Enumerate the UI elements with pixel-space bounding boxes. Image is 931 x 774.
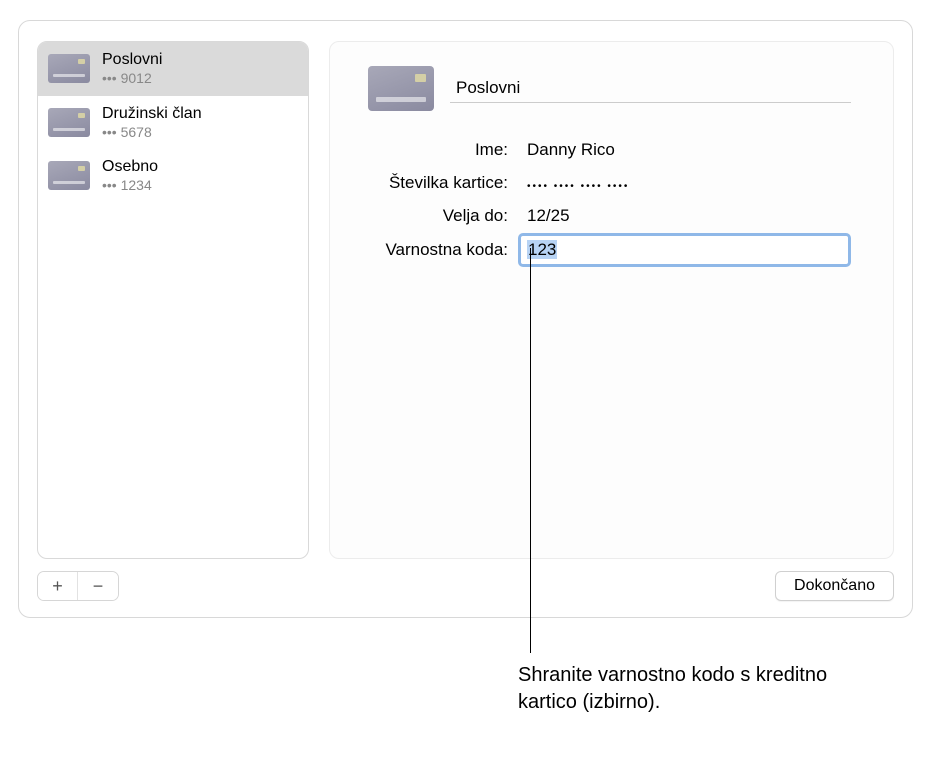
sidebar-item-osebno[interactable]: Osebno ••• 1234 — [38, 149, 308, 203]
expiry-label: Velja do: — [354, 200, 508, 232]
cardnumber-label: Številka kartice: — [354, 167, 508, 199]
add-button[interactable]: + — [38, 572, 78, 600]
callout-line — [530, 248, 531, 653]
sidebar-item-druzinski[interactable]: Družinski član ••• 5678 — [38, 96, 308, 150]
credit-card-icon — [48, 108, 90, 137]
security-label: Varnostna koda: — [354, 234, 508, 266]
credit-card-icon — [48, 161, 90, 190]
content-row: Poslovni ••• 9012 Družinski član ••• 567… — [37, 41, 894, 559]
name-field[interactable]: Danny Rico — [518, 133, 851, 167]
sidebar-item-label: Poslovni — [102, 50, 162, 70]
sidebar-item-label: Osebno — [102, 157, 158, 177]
cards-sidebar: Poslovni ••• 9012 Družinski član ••• 567… — [37, 41, 309, 559]
expiry-field[interactable]: 12/25 — [518, 199, 851, 233]
plus-icon: + — [52, 576, 63, 596]
sidebar-item-number: ••• 5678 — [102, 124, 202, 142]
sidebar-item-label: Družinski član — [102, 104, 202, 124]
add-remove-group: + − — [37, 571, 119, 601]
card-title-input[interactable] — [450, 74, 851, 103]
sidebar-item-poslovni[interactable]: Poslovni ••• 9012 — [38, 42, 308, 96]
credit-card-icon — [368, 66, 434, 111]
bottom-row: + − Dokončano — [37, 571, 894, 601]
sidebar-item-number: ••• 9012 — [102, 70, 162, 88]
cardnumber-field[interactable]: •••• •••• •••• •••• — [518, 168, 851, 199]
payment-cards-window: Poslovni ••• 9012 Družinski član ••• 567… — [18, 20, 913, 618]
credit-card-icon — [48, 54, 90, 83]
callout-text: Shranite varnostno kodo s kreditno karti… — [518, 662, 878, 716]
name-label: Ime: — [354, 134, 508, 166]
minus-icon: − — [93, 576, 104, 596]
title-row — [368, 66, 851, 111]
sidebar-item-number: ••• 1234 — [102, 177, 158, 195]
security-code-input[interactable]: 123 — [518, 233, 851, 267]
remove-button[interactable]: − — [78, 572, 118, 600]
card-detail-panel: Ime: Danny Rico Številka kartice: •••• •… — [329, 41, 894, 559]
done-button[interactable]: Dokončano — [775, 571, 894, 601]
security-code-value: 123 — [527, 240, 557, 259]
